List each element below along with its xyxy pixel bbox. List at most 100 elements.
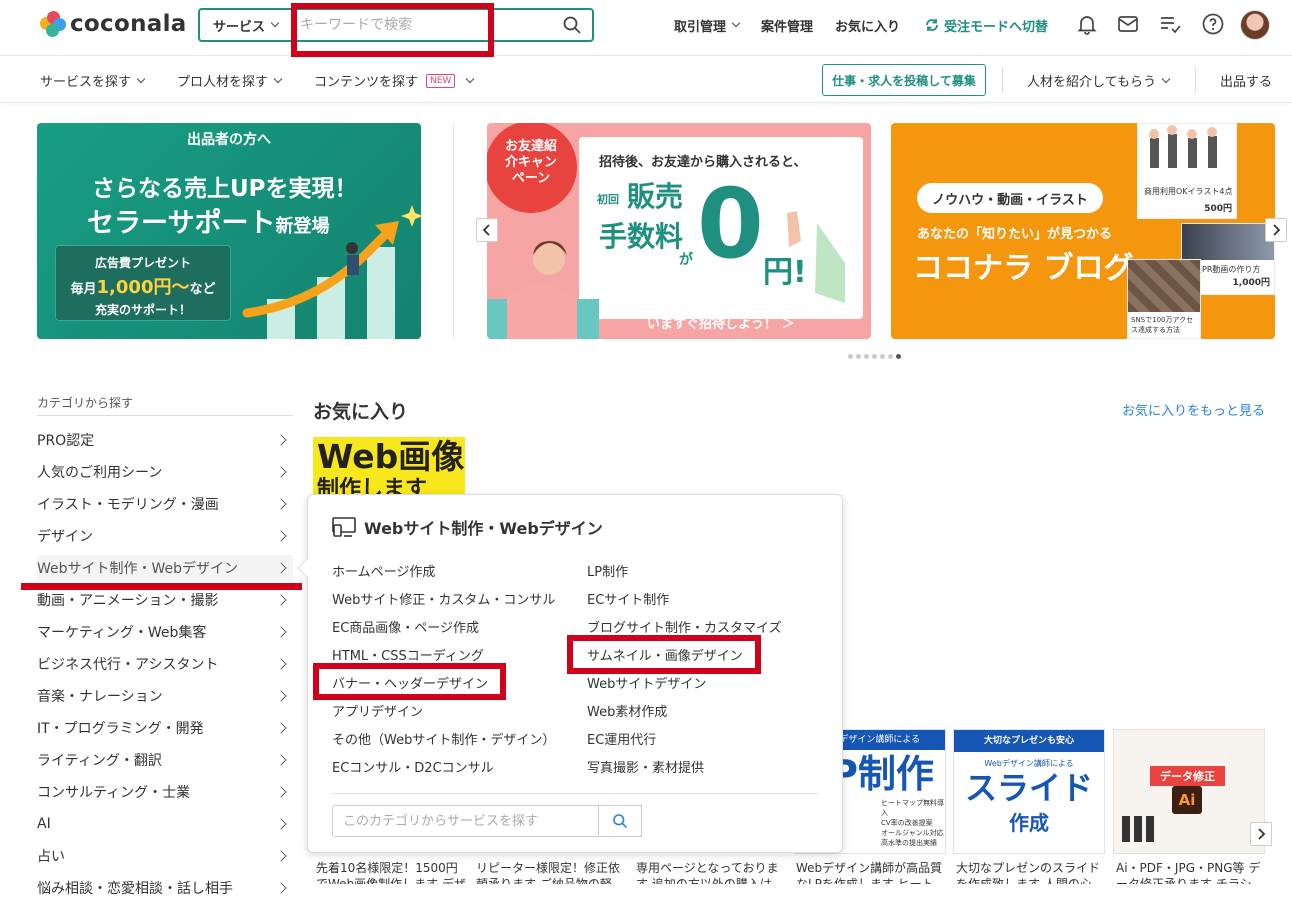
category-consulting[interactable]: コンサルティング・士業 xyxy=(37,779,293,805)
category-illustration[interactable]: イラスト・モデリング・漫画 xyxy=(37,491,293,517)
sync-icon xyxy=(926,19,938,31)
subcategory-other[interactable]: その他（Webサイト制作・デザイン） xyxy=(332,729,555,748)
category-label: デザイン xyxy=(37,529,93,545)
category-video[interactable]: 動画・アニメーション・撮影 xyxy=(37,587,293,613)
post-job-button[interactable]: 仕事・求人を投稿して募集 xyxy=(822,64,986,96)
banner-seller-support[interactable]: 出品者の方へ さらなる売上UPを実現！ セラーサポート新登場 広告費プレゼント … xyxy=(37,123,421,339)
service-card-desc[interactable]: Ai・PDF・JPG・PNG等 データ修正承ります チラシ... xyxy=(1116,860,1266,884)
category-business[interactable]: ビジネス代行・アシスタント xyxy=(37,651,293,677)
bell-icon[interactable] xyxy=(1075,12,1099,36)
banner-referral-campaign[interactable]: お友達紹介キャンペーン 招待後、お友達から購入されると、 初回 販売 手数料 が… xyxy=(487,123,871,339)
subcategory-ec-operation[interactable]: EC運用代行 xyxy=(587,729,656,748)
chevron-down-icon xyxy=(136,74,146,83)
category-search-box xyxy=(332,805,642,837)
nav-favorites[interactable]: お気に入り xyxy=(835,14,900,36)
subnav-find-pros-label: プロ人材を探す xyxy=(177,75,269,90)
carousel-dot[interactable] xyxy=(888,354,893,359)
service-card-image-slide[interactable]: 大切なプレゼンも安心 Webデザイン講師による スライド 作成 xyxy=(953,729,1105,854)
subnav-find-pros[interactable]: プロ人材を探す xyxy=(177,71,283,90)
search-type-select[interactable]: サービス xyxy=(200,10,292,40)
service-card-desc[interactable]: 大切なプレゼンのスライドを作成致します 人間の心理... xyxy=(956,860,1106,884)
coconala-logo[interactable]: coconala xyxy=(40,10,187,38)
category-counseling[interactable]: 悩み相談・恋愛相談・話し相手 xyxy=(37,875,293,901)
subnav-referral[interactable]: 人材を紹介してもらう xyxy=(1027,71,1171,90)
chevron-right-icon xyxy=(275,594,287,606)
subcategory-app-design[interactable]: アプリデザイン xyxy=(332,701,423,720)
nav-projects[interactable]: 案件管理 xyxy=(761,14,813,36)
card-datafix-decoration xyxy=(1122,816,1158,842)
service-card-desc[interactable]: Webデザイン講師が高品質なLPを作成します ヒート... xyxy=(796,860,946,884)
chevron-down-icon xyxy=(731,18,741,28)
subcategory-site-fix[interactable]: Webサイト修正・カスタム・コンサル xyxy=(332,589,555,608)
category-pro[interactable]: PRO認定 xyxy=(37,427,293,453)
carousel-dot[interactable] xyxy=(848,354,853,359)
subcategory-photo[interactable]: 写真撮影・素材提供 xyxy=(587,757,704,776)
carousel-prev-button[interactable] xyxy=(476,218,498,242)
carousel-dot[interactable] xyxy=(880,354,885,359)
carousel-dot-active[interactable] xyxy=(896,354,901,359)
category-music[interactable]: 音楽・ナレーション xyxy=(37,683,293,709)
service-card-desc[interactable]: 先着10名様限定！1500円でWeb画像制作します デザイ... xyxy=(316,860,466,884)
subcategory-web-materials[interactable]: Web素材作成 xyxy=(587,701,667,720)
service-card-image-data-fix[interactable]: データ修正 Ai xyxy=(1113,729,1265,854)
subcategory-web-design[interactable]: Webサイトデザイン xyxy=(587,673,706,692)
category-web-design[interactable]: Webサイト制作・Webデザイン xyxy=(37,555,293,581)
category-label: ビジネス代行・アシスタント xyxy=(37,657,219,673)
blog-title: ココナラ ブログ xyxy=(913,251,1134,286)
nav-transactions[interactable]: 取引管理 xyxy=(674,14,741,36)
search-icon[interactable] xyxy=(562,15,582,35)
category-design[interactable]: デザイン xyxy=(37,523,293,549)
subcategory-homepage[interactable]: ホームページ作成 xyxy=(332,561,435,580)
category-popular-scenes[interactable]: 人気のご利用シーン xyxy=(37,459,293,485)
category-search-input[interactable] xyxy=(343,807,603,835)
task-list-icon[interactable] xyxy=(1158,12,1182,36)
subcategory-banner[interactable]: バナー・ヘッダーデザイン xyxy=(332,673,488,692)
subcategory-thumbnail[interactable]: サムネイル・画像デザイン xyxy=(587,645,743,664)
favorites-more-link[interactable]: お気に入りをもっと見る xyxy=(1122,400,1265,419)
card-lp-feature: ヒートマップ無料導入 xyxy=(881,799,944,817)
user-avatar[interactable] xyxy=(1240,10,1270,40)
subcategory-html-css[interactable]: HTML・CSSコーディング xyxy=(332,645,484,664)
chevron-right-icon xyxy=(275,690,287,702)
banner-coconala-blog[interactable]: ノウハウ・動画・イラスト あなたの「知りたい」が見つかる ココナラ ブログ 商用… xyxy=(891,123,1275,339)
cards-next-button[interactable] xyxy=(1250,822,1272,846)
subcategory-blog[interactable]: ブログサイト制作・カスタマイズ xyxy=(587,617,782,636)
card-lp-feature: 高水準の提出実績 xyxy=(881,839,937,847)
subnav-sell[interactable]: 出品する xyxy=(1220,71,1272,90)
search-type-label: サービス xyxy=(212,19,265,35)
category-fortune[interactable]: 占い xyxy=(37,843,293,869)
service-card-desc[interactable]: 専用ページとなっております 追加の方以外の購入はな... xyxy=(636,860,786,884)
category-writing[interactable]: ライティング・翻訳 xyxy=(37,747,293,773)
search-input[interactable] xyxy=(300,13,550,37)
category-search-button[interactable] xyxy=(598,805,642,837)
carousel-next-button[interactable] xyxy=(1265,218,1287,242)
subnav-find-services[interactable]: サービスを探す xyxy=(40,71,146,90)
mode-switch-label: 受注モードへ切替 xyxy=(944,19,1049,35)
subcategory-ec-consult[interactable]: ECコンサル・D2Cコンサル xyxy=(332,757,494,776)
subcategory-ec-images[interactable]: EC商品画像・ページ作成 xyxy=(332,617,479,636)
category-marketing[interactable]: マーケティング・Web集客 xyxy=(37,619,293,645)
category-label: AI xyxy=(37,816,51,832)
mail-icon[interactable] xyxy=(1116,12,1140,36)
carousel-dot[interactable] xyxy=(856,354,861,359)
service-card-desc[interactable]: リピーター様限定！修正依頼承ります ご納品物の軽微... xyxy=(476,860,626,884)
card-lp-feature: CV率の改善提案 xyxy=(881,819,933,827)
banner-divider xyxy=(453,123,454,339)
category-label: イラスト・モデリング・漫画 xyxy=(37,497,219,513)
mode-switch-button[interactable]: 受注モードへ切替 xyxy=(924,14,1048,36)
subnav-find-services-label: サービスを探す xyxy=(40,75,132,90)
subnav-find-contents[interactable]: コンテンツを探す NEW xyxy=(314,71,475,90)
carousel-dot[interactable] xyxy=(864,354,869,359)
category-ai[interactable]: AI xyxy=(37,811,293,837)
flyout-title-text: Webサイト制作・Webデザイン xyxy=(364,519,603,538)
subcategory-lp[interactable]: LP制作 xyxy=(587,561,628,580)
category-it[interactable]: IT・プログラミング・開発 xyxy=(37,715,293,741)
help-icon[interactable] xyxy=(1201,12,1225,36)
category-label: 悩み相談・恋愛相談・話し相手 xyxy=(37,881,233,897)
search-icon xyxy=(613,814,627,828)
chevron-down-icon xyxy=(273,74,283,83)
logo-text: coconala xyxy=(70,11,187,37)
subcategory-ec-site[interactable]: ECサイト制作 xyxy=(587,589,669,608)
carousel-dot[interactable] xyxy=(872,354,877,359)
favorite-thumbnail[interactable]: Web画像 制作します xyxy=(313,437,465,497)
